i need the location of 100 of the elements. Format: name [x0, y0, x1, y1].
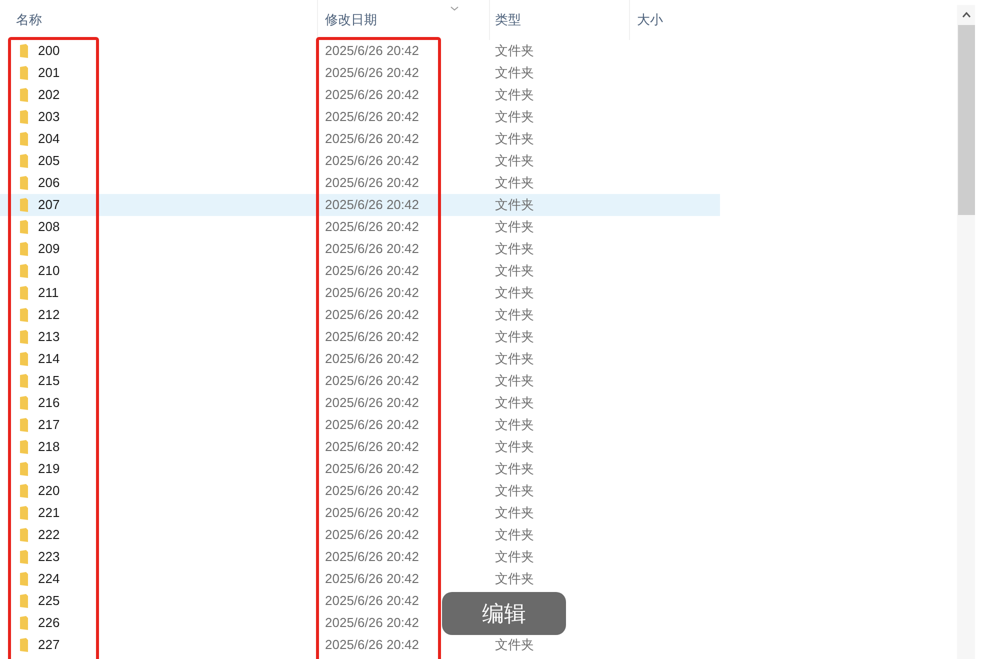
file-name: 217 — [38, 416, 60, 434]
file-type: 文件夹 — [495, 175, 534, 190]
folder-icon — [20, 484, 28, 498]
file-name: 208 — [38, 218, 60, 236]
column-header[interactable]: 类型 — [490, 0, 630, 40]
file-name: 222 — [38, 526, 60, 544]
modified-date: 2025/6/26 20:42 — [325, 65, 419, 80]
modified-date: 2025/6/26 20:42 — [325, 43, 419, 58]
modified-date: 2025/6/26 20:42 — [325, 483, 419, 498]
modified-date: 2025/6/26 20:42 — [325, 197, 419, 212]
file-name: 201 — [38, 64, 60, 82]
modified-date: 2025/6/26 20:42 — [325, 329, 419, 344]
folder-icon — [20, 440, 28, 454]
file-name: 211 — [38, 284, 59, 302]
file-type: 文件夹 — [495, 505, 534, 520]
file-type: 文件夹 — [495, 131, 534, 146]
file-name: 207 — [38, 196, 60, 214]
modified-date: 2025/6/26 20:42 — [325, 637, 419, 652]
modified-date: 2025/6/26 20:42 — [325, 131, 419, 146]
folder-icon — [20, 154, 28, 168]
folder-icon — [20, 506, 28, 520]
folder-icon — [20, 198, 28, 212]
column-header[interactable]: 修改日期 — [318, 0, 490, 40]
file-name: 224 — [38, 570, 60, 588]
folder-icon — [20, 176, 28, 190]
folder-icon — [20, 242, 28, 256]
scrollbar-track[interactable] — [957, 5, 975, 659]
folder-icon — [20, 132, 28, 146]
file-name: 221 — [38, 504, 60, 522]
modified-date: 2025/6/26 20:42 — [325, 505, 419, 520]
file-name: 219 — [38, 460, 60, 478]
file-name: 214 — [38, 350, 60, 368]
file-name: 223 — [38, 548, 60, 566]
folder-icon — [20, 220, 28, 234]
file-type: 文件夹 — [495, 417, 534, 432]
file-name: 200 — [38, 42, 60, 60]
column-header[interactable]: 大小 — [630, 0, 725, 40]
folder-icon — [20, 374, 28, 388]
file-type: 文件夹 — [495, 65, 534, 80]
file-type: 文件夹 — [495, 307, 534, 322]
file-type: 文件夹 — [495, 395, 534, 410]
folder-icon — [20, 88, 28, 102]
modified-date: 2025/6/26 20:42 — [325, 549, 419, 564]
file-type: 文件夹 — [495, 219, 534, 234]
folder-icon — [20, 308, 28, 322]
file-type: 文件夹 — [495, 197, 534, 212]
modified-date: 2025/6/26 20:42 — [325, 351, 419, 366]
folder-icon — [20, 550, 28, 564]
file-name: 227 — [38, 636, 60, 654]
modified-date: 2025/6/26 20:42 — [325, 87, 419, 102]
file-type: 文件夹 — [495, 637, 534, 652]
folder-icon — [20, 528, 28, 542]
file-name: 210 — [38, 262, 60, 280]
file-name: 226 — [38, 614, 60, 632]
file-type: 文件夹 — [495, 329, 534, 344]
file-type: 文件夹 — [495, 153, 534, 168]
modified-date: 2025/6/26 20:42 — [325, 175, 419, 190]
modified-date: 2025/6/26 20:42 — [325, 461, 419, 476]
folder-icon — [20, 572, 28, 586]
modified-date: 2025/6/26 20:42 — [325, 153, 419, 168]
modified-date: 2025/6/26 20:42 — [325, 307, 419, 322]
file-type: 文件夹 — [495, 87, 534, 102]
file-type: 文件夹 — [495, 461, 534, 476]
modified-date: 2025/6/26 20:42 — [325, 439, 419, 454]
modified-date: 2025/6/26 20:42 — [325, 219, 419, 234]
folder-icon — [20, 616, 28, 630]
file-type: 文件夹 — [495, 571, 534, 586]
column-header[interactable]: 名称 — [0, 0, 318, 40]
file-type: 文件夹 — [495, 527, 534, 542]
folder-icon — [20, 418, 28, 432]
file-type: 文件夹 — [495, 285, 534, 300]
folder-icon — [20, 352, 28, 366]
file-type: 文件夹 — [495, 549, 534, 564]
folder-icon — [20, 594, 28, 608]
file-name: 225 — [38, 592, 60, 610]
file-type: 文件夹 — [495, 109, 534, 124]
modified-date: 2025/6/26 20:42 — [325, 241, 419, 256]
modified-date: 2025/6/26 20:42 — [325, 417, 419, 432]
folder-icon — [20, 110, 28, 124]
edit-button[interactable]: 编辑 — [442, 592, 566, 635]
scrollbar-thumb[interactable] — [958, 25, 974, 215]
file-type: 文件夹 — [495, 439, 534, 454]
folder-icon — [20, 330, 28, 344]
modified-date: 2025/6/26 20:42 — [325, 571, 419, 586]
file-name: 204 — [38, 130, 60, 148]
modified-date: 2025/6/26 20:42 — [325, 395, 419, 410]
file-name: 203 — [38, 108, 60, 126]
file-type: 文件夹 — [495, 483, 534, 498]
folder-icon — [20, 462, 28, 476]
file-name: 218 — [38, 438, 60, 456]
file-type: 文件夹 — [495, 43, 534, 58]
modified-date: 2025/6/26 20:42 — [325, 285, 419, 300]
modified-date: 2025/6/26 20:42 — [325, 373, 419, 388]
file-type: 文件夹 — [495, 351, 534, 366]
modified-date: 2025/6/26 20:42 — [325, 263, 419, 278]
modified-date: 2025/6/26 20:42 — [325, 109, 419, 124]
folder-icon — [20, 396, 28, 410]
modified-date: 2025/6/26 20:42 — [325, 615, 419, 630]
file-name: 220 — [38, 482, 60, 500]
selected-row-highlight[interactable]: 207 2025/6/26 20:42 文件夹 — [0, 194, 720, 216]
